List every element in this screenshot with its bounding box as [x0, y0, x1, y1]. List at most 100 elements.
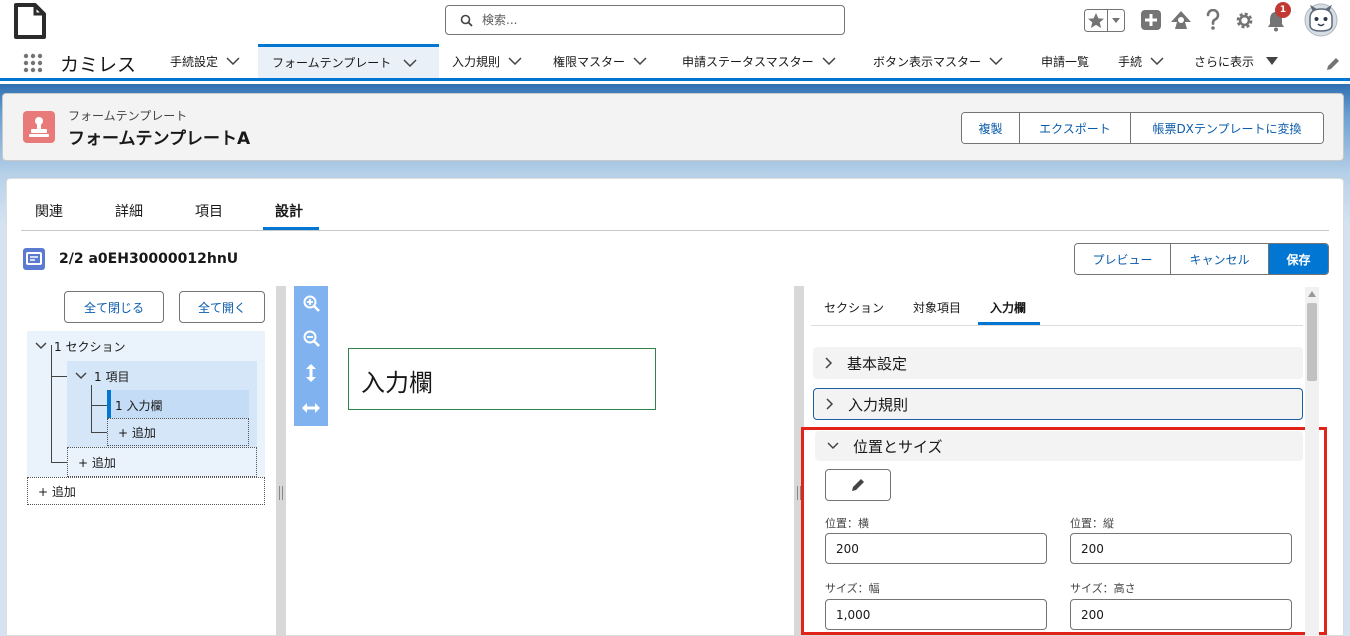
nav-tab-label: 申請一覧 [1041, 54, 1090, 69]
app-name: カミレス [60, 54, 137, 76]
collapse-all-button[interactable]: 全て閉じる [64, 291, 164, 323]
cancel-button[interactable]: キャンセル [1171, 244, 1269, 274]
tab-related[interactable]: 関連 [35, 201, 63, 221]
chevron-down-icon[interactable] [1150, 57, 1164, 65]
nav-tab-status-master[interactable]: 申請ステータスマスター [682, 44, 836, 78]
canvas-field[interactable]: 入力欄 [348, 348, 656, 410]
tab-items[interactable]: 項目 [195, 201, 223, 221]
nav-more[interactable]: さらに表示 [1194, 44, 1279, 78]
record-title: フォームテンプレートA [68, 129, 251, 149]
canvas-toolbar [294, 286, 328, 426]
nav-tab-application-list[interactable]: 申請一覧 [1041, 44, 1089, 78]
preview-button[interactable]: プレビュー [1075, 244, 1171, 274]
tree-line [51, 345, 52, 463]
tree-line [91, 432, 107, 433]
add-item-button[interactable]: + 追加 [67, 447, 257, 477]
main-card: 関連 詳細 項目 設計 2/2 a0EH30000012hnU プレビュー キャ… [6, 178, 1344, 636]
nav-tab-label: 権限マスター [553, 54, 626, 69]
global-header: 1 [0, 0, 1350, 44]
chevron-down-icon[interactable] [226, 57, 240, 65]
section-title: 入力規則 [848, 395, 909, 414]
zoom-in-icon[interactable] [303, 295, 320, 312]
nav-tab-label: 申請ステータスマスター [682, 54, 814, 69]
prop-tab-section[interactable]: セクション [824, 299, 884, 316]
drag-handle-icon [279, 486, 283, 500]
tree-node-section[interactable]: 1 セクション [35, 337, 125, 355]
chevron-down-icon[interactable] [822, 57, 836, 65]
scroll-thumb[interactable] [1307, 303, 1317, 381]
convert-dx-template-button[interactable]: 帳票DXテンプレートに変換 [1131, 113, 1323, 143]
search-icon [460, 14, 473, 27]
chevron-down-icon[interactable] [989, 57, 1003, 65]
prop-tab-input-field[interactable]: 入力欄 [990, 299, 1026, 316]
nav-tab-button-display-master[interactable]: ボタン表示マスター [873, 44, 1003, 78]
prop-panel-scrollbar[interactable] [1305, 287, 1319, 636]
layout-icon [23, 248, 45, 270]
form-template-icon [23, 111, 55, 143]
global-search[interactable] [445, 5, 845, 35]
nav-tab-permission-master[interactable]: 権限マスター [553, 44, 647, 78]
layout-title: 2/2 a0EH30000012hnU [59, 251, 239, 267]
zoom-out-icon[interactable] [303, 330, 320, 347]
layout-action-group: プレビュー キャンセル 保存 [1074, 243, 1329, 275]
org-logo-icon[interactable] [13, 2, 47, 40]
fit-width-icon[interactable] [302, 403, 320, 413]
expand-all-button[interactable]: 全て開く [179, 291, 265, 323]
chevron-down-icon[interactable] [75, 372, 87, 380]
section-input-rules[interactable]: 入力規則 [813, 388, 1303, 420]
tree-node-item[interactable]: 1 項目 [75, 367, 129, 385]
fit-height-icon[interactable] [306, 364, 316, 382]
add-label: + 追加 [118, 425, 156, 440]
chevron-down-icon[interactable] [35, 342, 47, 350]
nav-tab-procedure-settings[interactable]: 手続設定 [170, 44, 240, 78]
export-button[interactable]: エクスポート [1020, 113, 1131, 143]
highlight-annotation [801, 427, 1327, 635]
tree-node-label: 1 項目 [94, 369, 130, 384]
tree-line [51, 462, 67, 463]
avatar[interactable] [1304, 3, 1338, 37]
chevron-down-icon[interactable] [633, 57, 647, 65]
nav-tab-label: フォームテンプレート [272, 56, 392, 70]
tabs-divider [21, 230, 1329, 231]
trailhead-icon[interactable] [1170, 10, 1192, 30]
gear-icon[interactable] [1235, 11, 1254, 30]
save-button[interactable]: 保存 [1269, 244, 1328, 274]
nav-tab-label: 入力規則 [452, 54, 501, 69]
nav-tab-label: 手続 [1118, 54, 1143, 69]
tab-details[interactable]: 詳細 [115, 201, 143, 221]
pencil-icon[interactable] [1326, 57, 1340, 71]
app-launcher-icon[interactable] [23, 53, 43, 73]
favorites-button[interactable] [1084, 9, 1125, 32]
prop-tab-target-item[interactable]: 対象項目 [913, 299, 961, 316]
selection-indicator [107, 390, 111, 418]
chevron-right-icon [825, 357, 833, 369]
tree-line [91, 405, 107, 406]
record-action-group: 複製 エクスポート 帳票DXテンプレートに変換 [961, 112, 1324, 144]
caret-down-icon[interactable] [1266, 57, 1279, 65]
nav-tab-procedure[interactable]: 手続 [1118, 44, 1164, 78]
tree-line [51, 376, 67, 377]
tree-node-field[interactable]: 1 入力欄 [115, 396, 162, 414]
chevron-down-icon[interactable] [403, 58, 417, 67]
nav-tab-input-rules[interactable]: 入力規則 [452, 44, 522, 78]
add-field-button[interactable]: + 追加 [107, 418, 249, 446]
add-icon[interactable] [1141, 10, 1161, 30]
tree-line [91, 385, 92, 433]
help-icon[interactable] [1205, 9, 1221, 31]
chevron-down-icon[interactable] [508, 57, 522, 65]
left-splitter[interactable] [276, 286, 286, 636]
nav-tab-label: 手続設定 [170, 54, 219, 69]
tab-design[interactable]: 設計 [275, 201, 303, 221]
add-section-button[interactable]: + 追加 [27, 477, 265, 505]
clone-button[interactable]: 複製 [962, 113, 1020, 143]
scroll-up-icon[interactable] [1308, 291, 1316, 297]
section-basic-settings[interactable]: 基本設定 [813, 347, 1303, 379]
section-title: 基本設定 [847, 354, 908, 373]
prop-tabs-divider [811, 325, 1303, 326]
search-input[interactable] [482, 11, 832, 29]
canvas-field-label: 入力欄 [361, 369, 433, 397]
app-nav-bar: カミレス 手続設定 フォームテンプレート 入力規則 権限マスター 申請ステータス… [0, 44, 1350, 81]
nav-tab-form-template[interactable]: フォームテンプレート [258, 44, 439, 78]
nav-tab-label: ボタン表示マスター [873, 54, 982, 69]
record-type-label: フォームテンプレート [68, 109, 188, 123]
